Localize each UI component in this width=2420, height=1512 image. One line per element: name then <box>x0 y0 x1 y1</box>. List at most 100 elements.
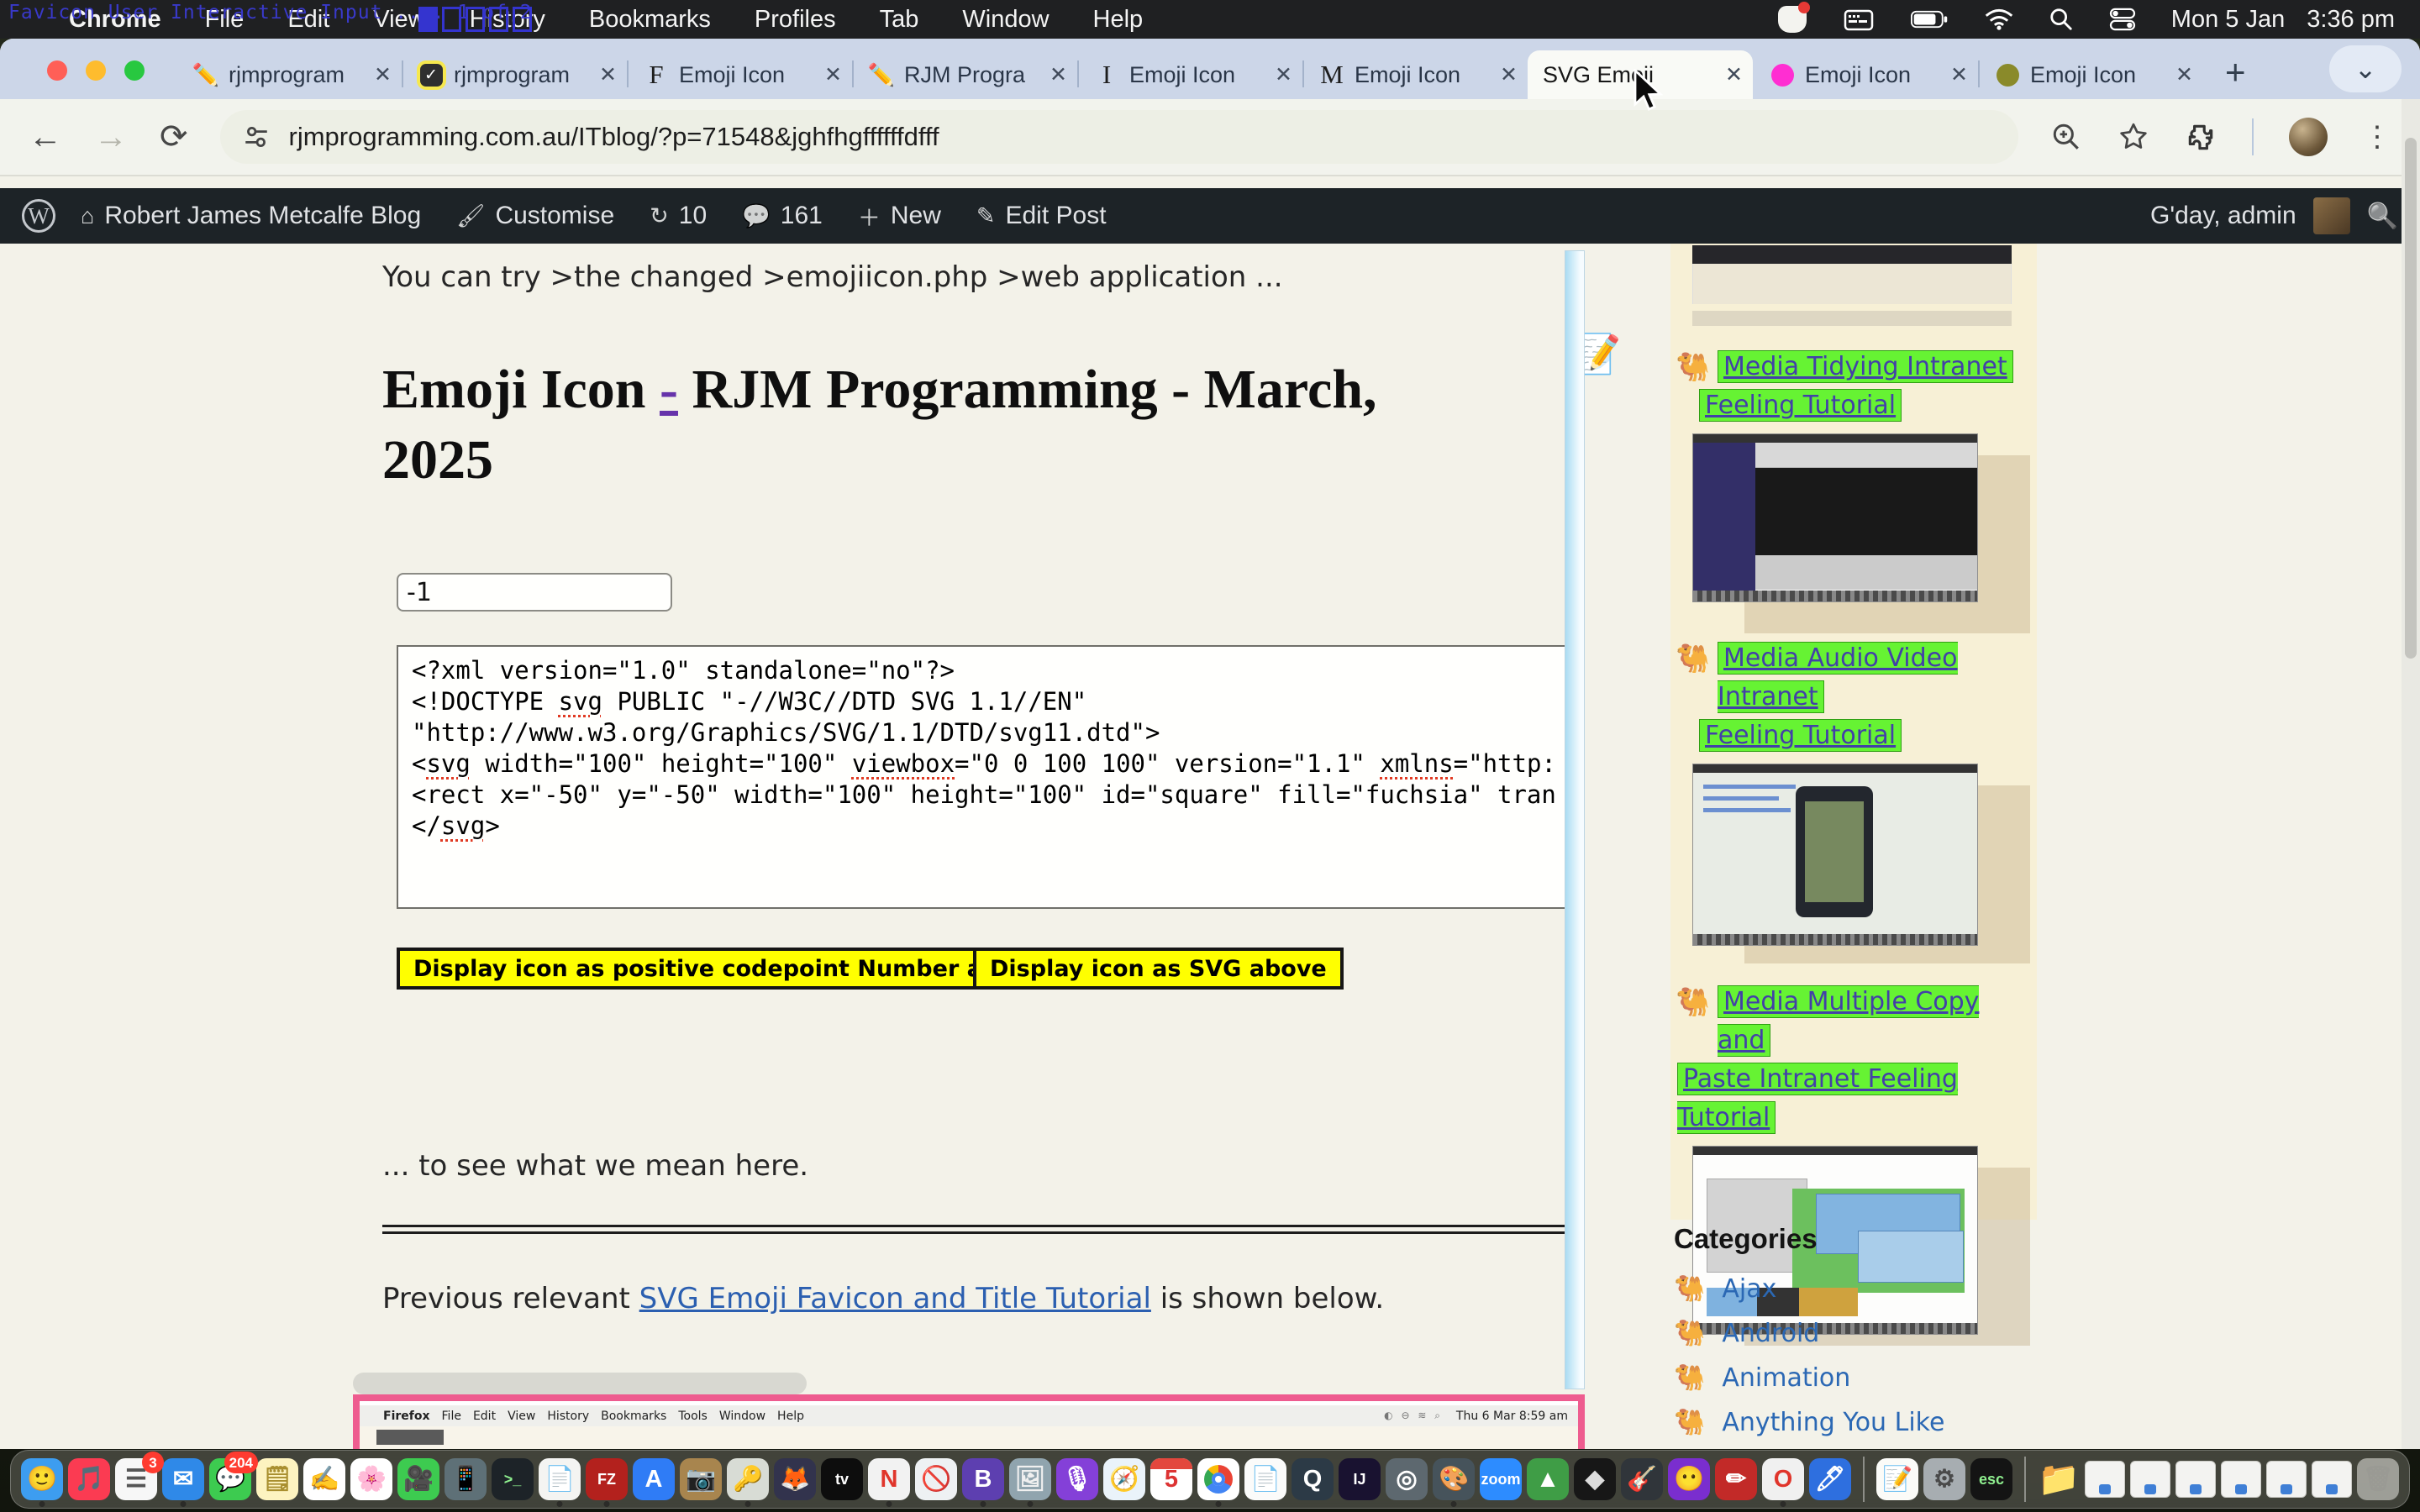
wordpress-logo-icon[interactable]: W <box>22 199 55 233</box>
admin-greeting[interactable]: G'day, admin <box>2150 202 2296 230</box>
tutorial-link[interactable]: Feeling Tutorial <box>1699 389 1902 422</box>
control-center-icon[interactable] <box>2109 8 2136 31</box>
scrollbar-thumb[interactable] <box>2405 138 2417 659</box>
codepoint-input[interactable] <box>397 573 672 612</box>
wifi-icon[interactable] <box>1985 8 2013 31</box>
category-link-ajax[interactable]: Ajax <box>1722 1274 1776 1304</box>
minimized-window-thumbnail[interactable] <box>2085 1461 2125 1498</box>
menu-item-tab[interactable]: Tab <box>880 6 919 34</box>
admin-avatar[interactable] <box>2313 197 2350 234</box>
title-dash-link[interactable]: - <box>660 359 678 420</box>
back-button[interactable]: ← <box>29 120 62 154</box>
keyboard-icon[interactable] <box>1842 3 1876 36</box>
dock-reminders-icon[interactable]: ☰3 <box>115 1458 157 1500</box>
tab-rjmprogram[interactable]: ✓rjmprogram✕ <box>402 50 627 99</box>
dock-bible-icon[interactable]: B <box>962 1458 1004 1500</box>
admin-search-icon[interactable]: 🔍 <box>2367 202 2398 231</box>
minimized-window-thumbnail[interactable] <box>2266 1461 2307 1498</box>
dock-chrome-icon[interactable] <box>1197 1458 1239 1500</box>
dock-linearity-icon[interactable]: 🖊 <box>1809 1458 1851 1500</box>
site-settings-icon[interactable] <box>242 123 271 151</box>
tutorial-link[interactable]: Media Multiple Copy and <box>1718 985 1979 1057</box>
tab-close-icon[interactable]: ✕ <box>1500 62 1518 87</box>
dock-maps-icon[interactable]: ▲ <box>1527 1458 1569 1500</box>
dock-trash-icon[interactable]: 🗑 <box>2357 1458 2399 1500</box>
tutorial-thumbnail[interactable] <box>1692 433 1978 602</box>
reload-button[interactable]: ⟳ <box>160 120 188 154</box>
forward-button[interactable]: → <box>94 120 128 154</box>
address-bar[interactable]: rjmprogramming.com.au/ITblog/?p=71548&jg… <box>220 110 2018 164</box>
previous-tutorial-link[interactable]: SVG Emoji Favicon and Title Tutorial <box>639 1282 1151 1315</box>
dock-esc-terminal-icon[interactable]: esc <box>1970 1458 2012 1500</box>
dock-calendar-icon[interactable]: 5 <box>1150 1458 1192 1500</box>
display-codepoint-button[interactable]: Display icon as positive codepoint Numbe… <box>397 948 1061 990</box>
tutorial-link[interactable]: Feeling Tutorial <box>1699 719 1902 752</box>
tutorial-link[interactable]: Media Tidying Intranet <box>1718 350 2013 383</box>
admin-new[interactable]: ＋New <box>858 200 941 233</box>
menu-bar-clock[interactable]: Mon 5 Jan3:36 pm <box>2171 6 2395 34</box>
tab-emoji-icon[interactable]: Emoji Icon✕ <box>1753 50 1978 99</box>
tab-emoji-icon[interactable]: Emoji Icon✕ <box>1978 50 2203 99</box>
dock-screen-time-icon[interactable]: 🚫 <box>915 1458 957 1500</box>
dock-photos-icon[interactable]: 🌸 <box>350 1458 392 1500</box>
dock-apple-tv-icon[interactable]: tv <box>821 1458 863 1500</box>
dock-iphone-mirroring-icon[interactable]: 📱 <box>445 1458 487 1500</box>
dock-inkscape-icon[interactable]: ◆ <box>1574 1458 1616 1500</box>
dock-textedit-icon[interactable]: 📄 <box>539 1458 581 1500</box>
dock-podcasts-icon[interactable]: 🎙 <box>1056 1458 1098 1500</box>
tab-rjmprogram[interactable]: ✏️rjmprogram✕ <box>176 50 402 99</box>
admin-comments[interactable]: 💬161 <box>742 202 823 230</box>
category-link-animation[interactable]: Animation <box>1722 1363 1850 1393</box>
minimized-window-thumbnail[interactable] <box>2312 1461 2352 1498</box>
dock-utility-icon[interactable]: ⚙ <box>1923 1458 1965 1500</box>
dock-music-icon[interactable]: 🎵 <box>68 1458 110 1500</box>
dock-finder-icon[interactable]: 🙂 <box>21 1458 63 1500</box>
dock-news-icon[interactable]: N <box>868 1458 910 1500</box>
dock-terminal-icon[interactable]: >_ <box>492 1458 534 1500</box>
dock-messages-icon[interactable]: 💬204 <box>209 1458 251 1500</box>
iframe-scrollbar[interactable] <box>1565 250 1585 1389</box>
tab-emoji-icon[interactable]: MEmoji Icon✕ <box>1302 50 1528 99</box>
dock-app-store-icon[interactable]: A <box>633 1458 675 1500</box>
extensions-icon[interactable] <box>2185 121 2217 153</box>
menu-item-window[interactable]: Window <box>962 6 1049 34</box>
dock-downloads-folder-icon[interactable]: 📁 <box>2038 1458 2080 1500</box>
menu-item-help[interactable]: Help <box>1093 6 1144 34</box>
tab-overflow-button[interactable]: ⌄ <box>2329 45 2402 92</box>
tab-emoji-icon[interactable]: IEmoji Icon✕ <box>1077 50 1302 99</box>
chrome-menu-icon[interactable]: ⋮ <box>2363 120 2391 154</box>
admin-updates[interactable]: ↻10 <box>650 202 707 230</box>
tutorial-link[interactable]: Paste Intranet Feeling Tutorial <box>1677 1063 1958 1134</box>
scroll-nub[interactable] <box>353 1373 807 1394</box>
spotlight-search-icon[interactable] <box>2049 7 2074 32</box>
dock-preview-icon[interactable]: 🖼 <box>1009 1458 1051 1500</box>
dock-zoom-icon[interactable]: zoom <box>1480 1458 1522 1500</box>
dock-memoji-icon[interactable]: 😶 <box>1668 1458 1710 1500</box>
tutorial-link[interactable]: Media Audio Video Intranet <box>1718 642 1958 713</box>
window-scrollbar[interactable] <box>2402 99 2420 1449</box>
dock-safari-icon[interactable]: 🧭 <box>1103 1458 1145 1500</box>
display-svg-button[interactable]: Display icon as SVG above <box>973 948 1344 990</box>
sidebar-partial-thumbnail[interactable] <box>1692 245 2012 326</box>
zoom-icon[interactable] <box>2050 121 2082 153</box>
close-window-button[interactable] <box>47 60 67 81</box>
tab-close-icon[interactable]: ✕ <box>1050 62 1067 87</box>
tab-close-icon[interactable]: ✕ <box>1725 62 1743 87</box>
category-link-anything-you-like[interactable]: Anything You Like <box>1722 1408 1944 1437</box>
tab-close-icon[interactable]: ✕ <box>824 62 842 87</box>
app-status-icon[interactable] <box>1778 6 1807 33</box>
profile-avatar[interactable] <box>2289 118 2328 156</box>
tab-close-icon[interactable]: ✕ <box>1950 62 1968 87</box>
tab-close-icon[interactable]: ✕ <box>599 62 617 87</box>
tab-emoji-icon[interactable]: FEmoji Icon✕ <box>627 50 852 99</box>
dock-quicktime-icon[interactable]: Q <box>1292 1458 1334 1500</box>
minimize-window-button[interactable] <box>86 60 106 81</box>
dock-facetime-icon[interactable]: 🎥 <box>397 1458 439 1500</box>
tab-close-icon[interactable]: ✕ <box>1275 62 1292 87</box>
dock-photo-booth-icon[interactable]: 📷 <box>680 1458 722 1500</box>
dock-stickies-icon[interactable]: 📝 <box>1876 1458 1918 1500</box>
tab-close-icon[interactable]: ✕ <box>2175 62 2193 87</box>
admin-site-name[interactable]: ⌂Robert James Metcalfe Blog <box>81 202 421 230</box>
new-tab-button[interactable]: + <box>2225 52 2246 92</box>
dock-notes-icon[interactable]: 🗒 <box>256 1458 298 1500</box>
